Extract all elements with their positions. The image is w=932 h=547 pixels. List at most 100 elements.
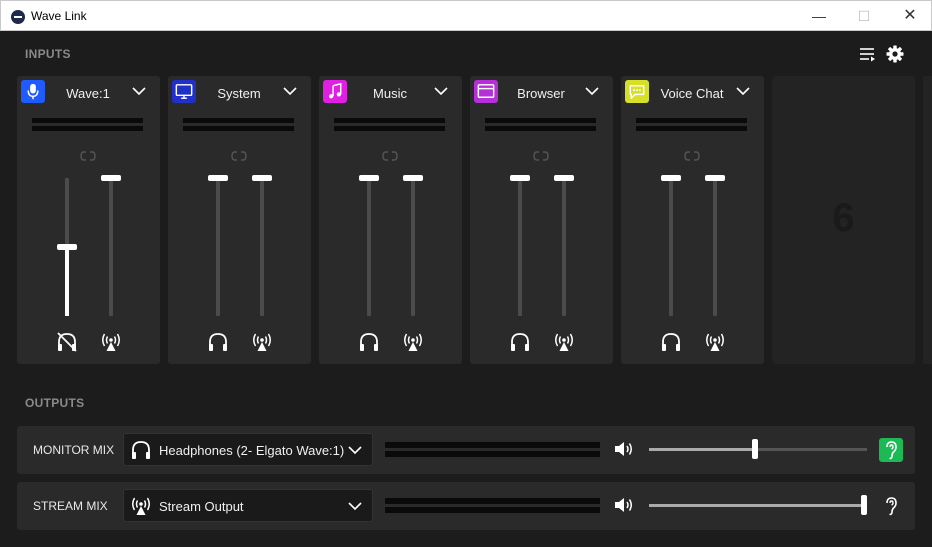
chevron-down-icon <box>348 446 362 455</box>
level-meter-bottom <box>183 126 294 131</box>
headphones-icon[interactable] <box>508 330 532 354</box>
level-meter-top <box>183 118 294 123</box>
maximize-button[interactable]: ☐ <box>841 1 887 31</box>
level-meter-bottom <box>32 126 143 131</box>
stream-volume-slider[interactable] <box>562 178 566 316</box>
channel-icon-badge <box>323 80 347 103</box>
link-icon[interactable] <box>533 150 549 162</box>
monitor-icon <box>175 84 193 99</box>
listen-toggle-button[interactable] <box>879 494 903 518</box>
minimize-button[interactable]: — <box>796 1 842 31</box>
monitor-slider-thumb[interactable] <box>208 175 228 181</box>
level-meter-bottom <box>334 126 445 131</box>
link-icon[interactable] <box>231 150 247 162</box>
main-content: INPUTS Wave:1 System Music Browser Voice Cha… <box>0 31 932 547</box>
output-mix-row: STREAM MIX Stream Output <box>17 482 915 530</box>
broadcast-icon[interactable] <box>401 330 425 354</box>
level-meter-top <box>485 118 596 123</box>
next-channel-slot-edge <box>923 76 932 364</box>
output-mix-name: MONITOR MIX <box>33 443 115 457</box>
chevron-down-icon <box>348 502 362 511</box>
speaker-icon[interactable] <box>613 495 635 515</box>
close-button[interactable]: ✕ <box>887 1 932 31</box>
input-channel: Wave:1 <box>17 76 160 364</box>
stream-slider-thumb[interactable] <box>252 175 272 181</box>
output-volume-slider[interactable] <box>649 439 867 459</box>
monitor-volume-slider[interactable] <box>518 178 522 316</box>
output-volume-slider[interactable] <box>649 495 867 515</box>
channel-icon-badge <box>625 80 649 103</box>
microphone-icon <box>27 83 39 100</box>
output-level-meter-top <box>385 442 600 448</box>
broadcast-icon[interactable] <box>250 330 274 354</box>
stream-slider-thumb[interactable] <box>705 175 725 181</box>
monitor-slider-thumb[interactable] <box>510 175 530 181</box>
channel-name[interactable]: Music <box>351 86 429 101</box>
broadcast-icon[interactable] <box>99 330 123 354</box>
stream-volume-slider[interactable] <box>713 178 717 316</box>
chevron-down-icon[interactable] <box>736 86 750 96</box>
stream-volume-slider[interactable] <box>411 178 415 316</box>
link-icon[interactable] <box>382 150 398 162</box>
monitor-slider-thumb[interactable] <box>661 175 681 181</box>
empty-slot-number: 6 <box>832 196 855 240</box>
chevron-down-icon[interactable] <box>283 86 297 96</box>
level-meter-top <box>32 118 143 123</box>
output-level-meter-top <box>385 498 600 504</box>
level-meter-top <box>334 118 445 123</box>
level-meter-top <box>636 118 747 123</box>
stream-volume-slider[interactable] <box>109 178 113 316</box>
output-device-name: Headphones (2- Elgato Wave:1) <box>159 443 345 458</box>
output-device-select[interactable]: Headphones (2- Elgato Wave:1) <box>123 433 373 466</box>
music-note-icon <box>329 82 342 99</box>
channel-icon-badge <box>172 80 196 103</box>
monitor-slider-thumb[interactable] <box>359 175 379 181</box>
channel-name[interactable]: Browser <box>502 86 580 101</box>
stream-slider-thumb[interactable] <box>101 175 121 181</box>
monitor-slider-thumb[interactable] <box>57 244 77 250</box>
wave-link-logo-icon <box>11 10 25 24</box>
stream-volume-slider[interactable] <box>260 178 264 316</box>
broadcast-icon[interactable] <box>703 330 727 354</box>
ear-icon <box>886 497 897 516</box>
input-channel: Voice Chat <box>621 76 764 364</box>
listen-toggle-button[interactable] <box>879 438 903 462</box>
mixer-settings-icon[interactable] <box>858 44 878 64</box>
headphones-icon <box>132 441 150 459</box>
title-bar: Wave Link — ☐ ✕ <box>0 0 932 31</box>
input-channel: Music <box>319 76 462 364</box>
chevron-down-icon[interactable] <box>585 86 599 96</box>
broadcast-icon[interactable] <box>552 330 576 354</box>
headphones-icon[interactable] <box>357 330 381 354</box>
volume-fill <box>65 247 69 316</box>
volume-slider-thumb[interactable] <box>861 495 867 515</box>
stream-slider-thumb[interactable] <box>554 175 574 181</box>
ear-icon <box>886 441 897 460</box>
channel-icon-badge <box>21 80 45 103</box>
output-mix-name: STREAM MIX <box>33 499 108 513</box>
output-level-meter-bottom <box>385 507 600 513</box>
input-channel: System <box>168 76 311 364</box>
input-channel: Browser <box>470 76 613 364</box>
monitor-volume-slider[interactable] <box>367 178 371 316</box>
channel-name[interactable]: System <box>200 86 278 101</box>
empty-channel-slot[interactable]: 6 <box>772 76 915 364</box>
channel-name[interactable]: Wave:1 <box>49 86 127 101</box>
channel-name[interactable]: Voice Chat <box>653 86 731 101</box>
headphones-muted-icon[interactable] <box>55 330 79 354</box>
chevron-down-icon[interactable] <box>132 86 146 96</box>
speaker-icon[interactable] <box>613 439 635 459</box>
monitor-volume-slider[interactable] <box>669 178 673 316</box>
inputs-section-label: INPUTS <box>25 47 71 61</box>
gear-icon[interactable] <box>885 44 905 64</box>
chevron-down-icon[interactable] <box>434 86 448 96</box>
stream-slider-thumb[interactable] <box>403 175 423 181</box>
headphones-icon[interactable] <box>659 330 683 354</box>
monitor-volume-slider[interactable] <box>216 178 220 316</box>
link-icon[interactable] <box>684 150 700 162</box>
output-device-select[interactable]: Stream Output <box>123 489 373 522</box>
headphones-icon[interactable] <box>206 330 230 354</box>
link-icon[interactable] <box>80 150 96 162</box>
outputs-section-label: OUTPUTS <box>25 396 85 410</box>
volume-slider-thumb[interactable] <box>752 439 758 459</box>
